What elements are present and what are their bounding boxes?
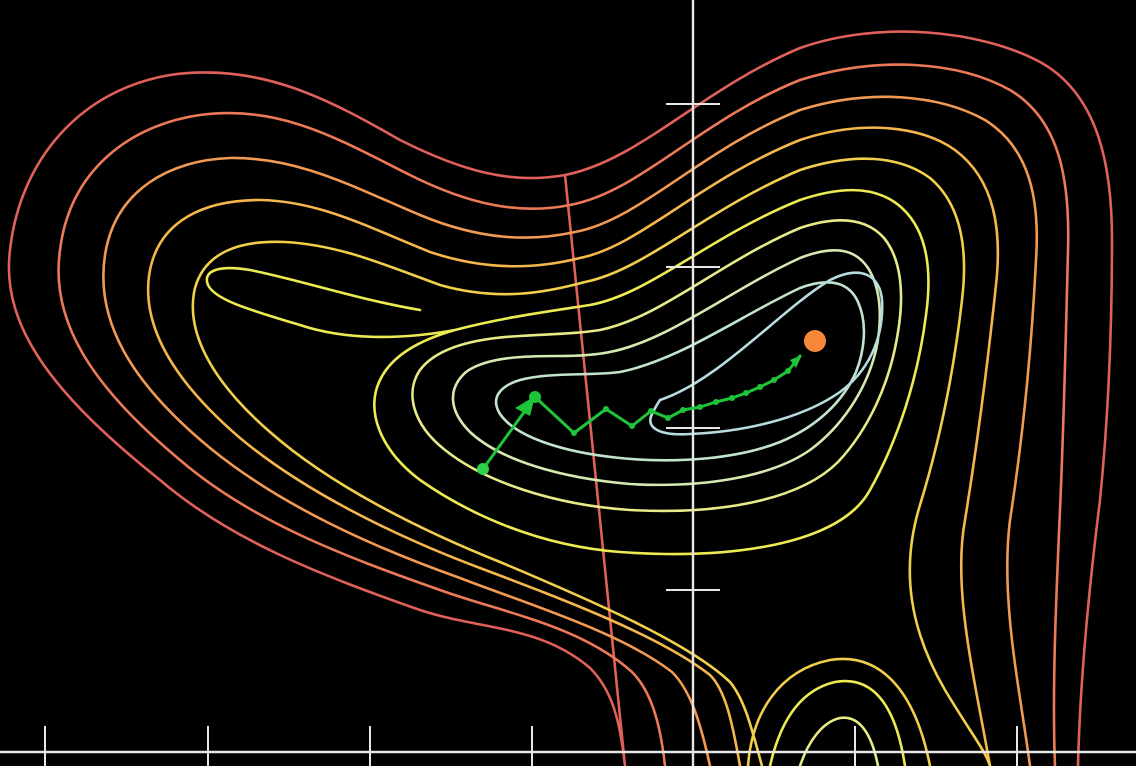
step-point bbox=[697, 404, 703, 410]
step-point bbox=[785, 368, 791, 374]
step-point bbox=[757, 384, 763, 390]
step-point bbox=[743, 390, 749, 396]
start-point-dot bbox=[477, 463, 489, 475]
step-point bbox=[729, 395, 735, 401]
step-point bbox=[713, 399, 719, 405]
step-point bbox=[665, 415, 671, 421]
step-point bbox=[629, 423, 635, 429]
step-point bbox=[771, 377, 777, 383]
optimization-contour-figure bbox=[0, 0, 1136, 766]
step-point bbox=[571, 430, 577, 436]
step-point bbox=[680, 407, 686, 413]
step-point bbox=[529, 391, 541, 403]
step-point bbox=[648, 408, 654, 414]
step-point bbox=[603, 406, 609, 412]
minimum-dot bbox=[804, 330, 826, 352]
contour-plot bbox=[0, 0, 1136, 766]
